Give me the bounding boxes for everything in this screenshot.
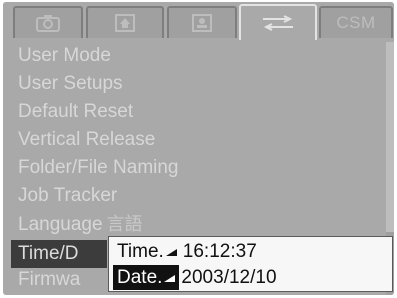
menu-item-label: User Mode [18,45,111,66]
menu-item-label: Firmwa [18,269,81,290]
tab-csm[interactable]: CSM [319,6,393,38]
menu-item-language[interactable]: Language 言語 [18,210,143,238]
menu-item-label: User Setups [18,73,123,94]
menu-item-label: Default Reset [18,101,134,122]
menu-item-firmware[interactable]: Firmwa [18,266,80,294]
menu-item-label: Language [18,214,103,235]
menu-scrollbar-thumb[interactable] [386,42,394,232]
triangle-icon [164,275,176,282]
date-row[interactable]: Date. 2003/12/10 [113,265,277,290]
time-value[interactable]: 16:12:37 [183,241,257,262]
camera-icon [35,13,61,33]
tab-image-settings[interactable] [167,6,237,38]
time-label: Time. [113,239,181,264]
tab-playback[interactable] [86,6,164,38]
menu-item-user-setups[interactable]: User Setups [18,70,123,98]
menu-item-time-date[interactable]: Time/D [11,240,107,268]
menu-item-label: Folder/File Naming [18,157,179,178]
triangle-icon [165,249,177,256]
menu-item-label: Vertical Release [18,129,156,150]
date-label: Date. [113,265,180,290]
time-row[interactable]: Time. 16:12:37 [113,239,257,264]
menu-item-user-mode[interactable]: User Mode [18,42,111,70]
date-value[interactable]: 2003/12/10 [181,267,276,288]
menu-item-folder-file-naming[interactable]: Folder/File Naming [18,154,179,182]
menu-item-label: Time/D [18,243,79,264]
setup-tools-icon [260,13,296,33]
time-date-popup: Time. 16:12:37 Date. 2003/12/10 [108,236,393,292]
menu-item-label: Job Tracker [18,185,118,206]
tab-shooting[interactable] [13,6,83,38]
menu-item-vertical-release[interactable]: Vertical Release [18,126,155,154]
image-settings-icon [191,13,213,33]
menu-tab-bar: CSM [3,2,394,40]
language-glyph: 言語 [106,214,143,234]
menu-item-job-tracker[interactable]: Job Tracker [18,182,117,210]
menu-item-default-reset[interactable]: Default Reset [18,98,133,126]
tab-csm-label: CSM [336,13,376,32]
tab-setup[interactable] [239,4,317,40]
playback-icon [114,13,136,33]
